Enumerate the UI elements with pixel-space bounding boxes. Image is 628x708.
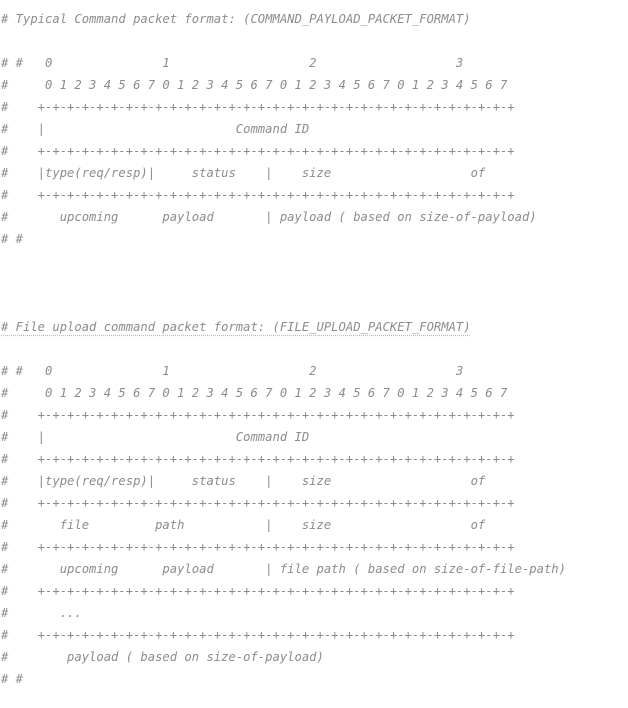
code-line-7: # +-+-+-+-+-+-+-+-+-+-+-+-+-+-+-+-+-+-+-… — [1, 144, 515, 158]
code-line-11: # # — [1, 232, 24, 246]
code-line-9: # +-+-+-+-+-+-+-+-+-+-+-+-+-+-+-+-+-+-+-… — [1, 188, 515, 202]
code-line-27: # +-+-+-+-+-+-+-+-+-+-+-+-+-+-+-+-+-+-+-… — [1, 584, 515, 598]
code-line-15-text: # File upload command packet format: (FI… — [1, 320, 471, 334]
code-line-15: # File upload command packet format: (FI… — [0, 316, 628, 338]
code-line-3: # # 0 1 2 3 — [1, 56, 464, 70]
code-line-5: # +-+-+-+-+-+-+-+-+-+-+-+-+-+-+-+-+-+-+-… — [1, 100, 515, 114]
code-line-1: # Typical Command packet format: (COMMAN… — [1, 12, 471, 26]
code-line-20: # | Command ID — [1, 430, 310, 444]
code-line-26: # upcoming payload | file path ( based o… — [1, 562, 566, 576]
code-line-19: # +-+-+-+-+-+-+-+-+-+-+-+-+-+-+-+-+-+-+-… — [1, 408, 515, 422]
code-line-23: # +-+-+-+-+-+-+-+-+-+-+-+-+-+-+-+-+-+-+-… — [1, 496, 515, 510]
code-line-31: # # — [1, 672, 24, 686]
code-line-10: # upcoming payload | payload ( based on … — [1, 210, 537, 224]
code-line-6: # | Command ID — [1, 122, 310, 136]
code-line-18: # 0 1 2 3 4 5 6 7 0 1 2 3 4 5 6 7 0 1 2 … — [1, 386, 508, 400]
code-line-24: # file path | size of — [1, 518, 486, 532]
code-line-17: # # 0 1 2 3 — [1, 364, 464, 378]
code-line-30: # payload ( based on size-of-payload) — [1, 650, 324, 664]
code-line-28: # ... — [1, 606, 82, 620]
code-editor[interactable]: # Typical Command packet format: (COMMAN… — [0, 8, 628, 690]
code-line-8: # |type(req/resp)| status | size of — [1, 166, 486, 180]
code-line-22: # |type(req/resp)| status | size of — [1, 474, 486, 488]
code-line-4: # 0 1 2 3 4 5 6 7 0 1 2 3 4 5 6 7 0 1 2 … — [1, 78, 508, 92]
code-line-25: # +-+-+-+-+-+-+-+-+-+-+-+-+-+-+-+-+-+-+-… — [1, 540, 515, 554]
code-line-21: # +-+-+-+-+-+-+-+-+-+-+-+-+-+-+-+-+-+-+-… — [1, 452, 515, 466]
code-line-29: # +-+-+-+-+-+-+-+-+-+-+-+-+-+-+-+-+-+-+-… — [1, 628, 515, 642]
